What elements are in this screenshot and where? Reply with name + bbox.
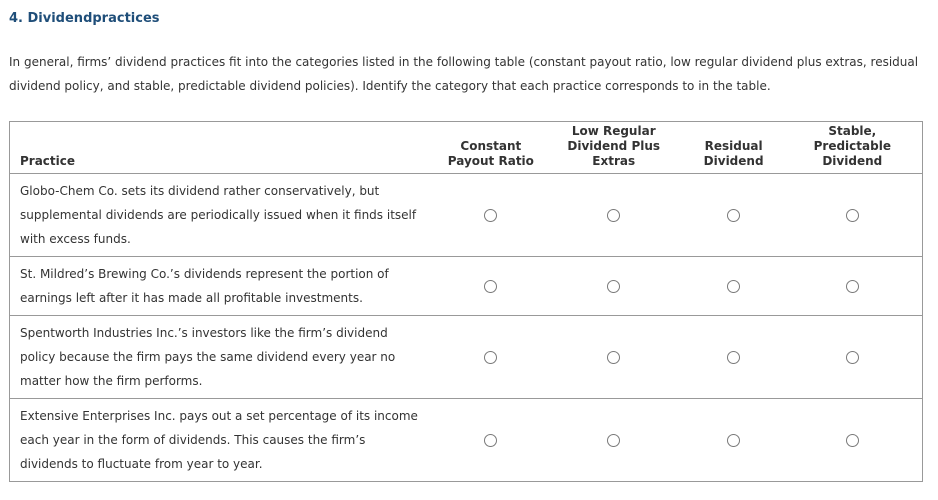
- table-header-row: Practice Constant Payout Ratio Low Regul…: [9, 121, 923, 174]
- header-stable-predictable-dividend: Stable, Predictable Dividend: [782, 121, 923, 174]
- radio-cell: [542, 398, 685, 482]
- radio-globo-chem-constant-payout-ratio[interactable]: [484, 209, 498, 222]
- header-line: Low Regular: [571, 124, 656, 138]
- radio-spentworth-residual-dividend[interactable]: [727, 351, 741, 364]
- practice-line: policy because the firm pays the same di…: [20, 350, 396, 364]
- header-line: Residual: [704, 139, 763, 153]
- practice-line: dividends to fluctuate from year to year…: [20, 457, 263, 471]
- header-low-regular-dividend-plus-extras: Low Regular Dividend Plus Extras: [542, 121, 685, 174]
- practice-line: earnings left after it has made all prof…: [20, 291, 363, 305]
- table-row: Spentworth Industries Inc.’s investors l…: [9, 315, 923, 399]
- practice-line: supplemental dividends are periodically …: [20, 208, 417, 222]
- header-practice: Practice: [9, 121, 439, 174]
- practice-line: Globo-Chem Co. sets its dividend rather …: [20, 184, 380, 198]
- header-constant-payout-ratio: Constant Payout Ratio: [438, 121, 543, 174]
- practice-extensive-enterprises: Extensive Enterprises Inc. pays out a se…: [9, 398, 439, 482]
- radio-cell: [438, 173, 543, 257]
- header-line: Predictable: [813, 139, 891, 153]
- radio-cell: [782, 315, 923, 399]
- practice-line: Spentworth Industries Inc.’s investors l…: [20, 326, 388, 340]
- radio-cell: [542, 315, 685, 399]
- radio-cell: [782, 398, 923, 482]
- header-line: Stable,: [828, 124, 877, 138]
- radio-spentworth-constant-payout-ratio[interactable]: [484, 351, 498, 364]
- practice-globo-chem: Globo-Chem Co. sets its dividend rather …: [9, 173, 439, 257]
- question-title: 4. Dividendpractices: [9, 11, 160, 26]
- practice-line: Extensive Enterprises Inc. pays out a se…: [20, 409, 418, 423]
- radio-extensive-residual-dividend[interactable]: [727, 434, 741, 447]
- practice-line: with excess funds.: [20, 232, 131, 246]
- table-row: St. Mildred’s Brewing Co.’s dividends re…: [9, 256, 923, 316]
- header-residual-dividend: Residual Dividend: [684, 121, 783, 174]
- radio-cell: [542, 256, 685, 316]
- radio-cell: [782, 256, 923, 316]
- header-line: Constant: [460, 139, 522, 153]
- radio-spentworth-stable-predictable[interactable]: [845, 351, 859, 364]
- radio-cell: [684, 173, 783, 257]
- practice-st-mildreds: St. Mildred’s Brewing Co.’s dividends re…: [9, 256, 439, 316]
- radio-extensive-low-regular-plus-extras[interactable]: [607, 434, 621, 447]
- radio-cell: [684, 256, 783, 316]
- header-line: Dividend: [703, 154, 764, 168]
- radio-cell: [438, 315, 543, 399]
- radio-st-mildreds-low-regular-plus-extras[interactable]: [607, 280, 621, 293]
- radio-globo-chem-residual-dividend[interactable]: [727, 209, 741, 222]
- radio-spentworth-low-regular-plus-extras[interactable]: [607, 351, 621, 364]
- practices-table: Practice Constant Payout Ratio Low Regul…: [9, 121, 923, 482]
- practice-spentworth: Spentworth Industries Inc.’s investors l…: [9, 315, 439, 399]
- radio-extensive-stable-predictable[interactable]: [845, 434, 859, 447]
- practice-line: each year in the form of dividends. This…: [20, 433, 366, 447]
- question-intro: In general, firms’ dividend practices fi…: [9, 55, 919, 93]
- radio-cell: [782, 173, 923, 257]
- header-line: Dividend: [822, 154, 883, 168]
- radio-globo-chem-stable-predictable[interactable]: [845, 209, 859, 222]
- radio-st-mildreds-constant-payout-ratio[interactable]: [484, 280, 498, 293]
- practice-line: St. Mildred’s Brewing Co.’s dividends re…: [20, 267, 389, 281]
- radio-globo-chem-low-regular-plus-extras[interactable]: [607, 209, 621, 222]
- radio-cell: [542, 173, 685, 257]
- radio-cell: [438, 256, 543, 316]
- radio-extensive-constant-payout-ratio[interactable]: [484, 434, 498, 447]
- table-row: Globo-Chem Co. sets its dividend rather …: [9, 173, 923, 257]
- radio-st-mildreds-residual-dividend[interactable]: [727, 280, 741, 293]
- table-row: Extensive Enterprises Inc. pays out a se…: [9, 398, 923, 482]
- radio-st-mildreds-stable-predictable[interactable]: [845, 280, 859, 293]
- practice-line: matter how the firm performs.: [20, 374, 203, 388]
- header-line: Dividend Plus: [567, 139, 661, 153]
- header-line: Payout Ratio: [447, 154, 534, 168]
- header-line: Extras: [592, 154, 636, 168]
- radio-cell: [684, 398, 783, 482]
- radio-cell: [684, 315, 783, 399]
- radio-cell: [438, 398, 543, 482]
